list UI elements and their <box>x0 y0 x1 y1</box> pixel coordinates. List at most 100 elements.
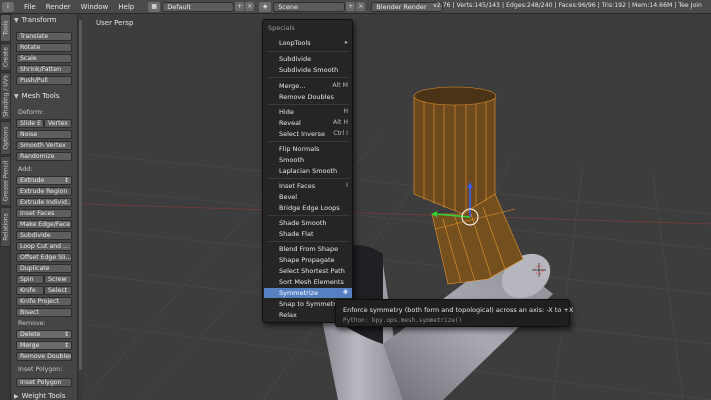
submenu-arrow-icon: ▸ <box>344 39 348 46</box>
rotate-button[interactable]: Rotate <box>16 43 72 52</box>
inset-polygon-button[interactable]: Inset Polygon <box>16 378 72 387</box>
subdivide-button[interactable]: Subdivide <box>16 231 72 240</box>
loop-cut-button[interactable]: Loop Cut and ... <box>16 242 72 251</box>
editor-type-icon[interactable]: i <box>2 1 14 12</box>
menu-item-hide[interactable]: Hide H <box>264 107 352 117</box>
menu-item-merge[interactable]: Merge... Alt M <box>264 81 352 91</box>
tab-grease-pencil-label: Grease Pencil <box>2 160 9 202</box>
menu-item-shortcut: I <box>346 182 348 189</box>
delete-dropdown[interactable]: Delete <box>16 330 72 339</box>
menu-item-label: Bevel <box>279 193 298 201</box>
slide-edge-button[interactable]: Slide E <box>16 119 44 128</box>
spin-button[interactable]: Spin <box>16 275 44 284</box>
viewport-view-label: User Persp <box>96 19 134 27</box>
knife-select-button[interactable]: Select <box>44 286 72 295</box>
knife-button[interactable]: Knife <box>16 286 44 295</box>
tab-create-label: Create <box>2 47 9 67</box>
scrollbar-thumb[interactable] <box>79 20 82 370</box>
add-label: Add: <box>18 166 33 173</box>
x-axis-line <box>83 203 711 225</box>
scene-icon[interactable]: ◈ <box>259 1 272 12</box>
menu-item-inset-faces[interactable]: Inset Faces I <box>264 181 352 191</box>
extrude-individual-button[interactable]: Extrude Individ... <box>16 198 72 207</box>
menu-item-select-inverse[interactable]: Select Inverse Ctrl I <box>264 129 352 139</box>
menu-item-label: Flip Normals <box>279 145 320 153</box>
menu-item-sort-mesh-elements[interactable]: Sort Mesh Elements <box>264 277 352 287</box>
menu-item-label: Smooth <box>279 156 305 164</box>
duplicate-button[interactable]: Duplicate <box>16 264 72 273</box>
tab-relations[interactable]: Relations <box>0 207 11 247</box>
menu-item-shortcut: Alt H <box>333 119 348 126</box>
slide-vertex-button[interactable]: Vertex <box>44 119 72 128</box>
menu-item-label: Snap to Symmetry <box>279 300 340 308</box>
menu-item-label: Inset Faces <box>279 182 316 190</box>
menu-separator <box>267 141 350 142</box>
screen-layout-field[interactable]: Default <box>162 1 235 12</box>
tab-shading-uvs[interactable]: Shading / UVs <box>0 72 11 120</box>
remove-label: Remove: <box>18 320 46 327</box>
inset-faces-button[interactable]: Inset Faces <box>16 209 72 218</box>
tab-options[interactable]: Options <box>0 121 11 155</box>
mesh-tools-panel-header[interactable]: ▼ Mesh Tools <box>14 92 60 100</box>
menu-item-symmetrize[interactable]: Symmetrize ✥ <box>264 288 352 298</box>
menu-item-shape-propagate[interactable]: Shape Propagate <box>264 255 352 265</box>
tab-grease-pencil[interactable]: Grease Pencil <box>0 156 11 206</box>
menu-item-subdivide[interactable]: Subdivide <box>264 54 352 64</box>
scene-field[interactable]: Scene <box>273 1 346 12</box>
menu-window[interactable]: Window <box>81 3 109 11</box>
menu-item-smooth[interactable]: Smooth <box>264 155 352 165</box>
knife-project-button[interactable]: Knife Project <box>16 297 72 306</box>
menu-item-select-shortest-path[interactable]: Select Shortest Path <box>264 266 352 276</box>
menu-item-laplacian-smooth[interactable]: Laplacian Smooth <box>264 166 352 176</box>
menu-item-looptools[interactable]: LoopTools ▸ <box>264 38 352 48</box>
screen-layout-icon[interactable]: ▦ <box>148 1 161 12</box>
collapse-triangle-icon: ▼ <box>14 16 19 24</box>
smooth-vertex-button[interactable]: Smooth Vertex <box>16 141 72 150</box>
extrude-dropdown[interactable]: Extrude <box>16 176 72 185</box>
screw-button[interactable]: Screw <box>44 275 72 284</box>
menu-item-shade-smooth[interactable]: Shade Smooth <box>264 218 352 228</box>
menu-item-bridge-edge-loops[interactable]: Bridge Edge Loops <box>264 203 352 213</box>
menu-item-shade-flat[interactable]: Shade Flat <box>264 229 352 239</box>
menu-item-blend-from-shape[interactable]: Blend From Shape <box>264 244 352 254</box>
remove-layout-button[interactable]: × <box>245 2 255 11</box>
remove-doubles-button[interactable]: Remove Doubles <box>16 352 72 361</box>
push-pull-button[interactable]: Push/Pull <box>16 76 72 85</box>
menu-render[interactable]: Render <box>46 3 71 11</box>
remove-scene-button[interactable]: × <box>356 2 366 11</box>
menu-file[interactable]: File <box>24 3 36 11</box>
translate-button[interactable]: Translate <box>16 32 72 41</box>
3d-viewport[interactable]: User Persp <box>83 14 711 400</box>
merge-dropdown[interactable]: Merge <box>16 341 72 350</box>
noise-button[interactable]: Noise <box>16 130 72 139</box>
add-scene-button[interactable]: + <box>346 2 356 11</box>
add-layout-button[interactable]: + <box>235 2 245 11</box>
menu-item-bevel[interactable]: Bevel <box>264 192 352 202</box>
make-edge-face-button[interactable]: Make Edge/Face <box>16 220 72 229</box>
menu-item-flip-normals[interactable]: Flip Normals <box>264 144 352 154</box>
menu-item-label: Select Inverse <box>279 130 326 138</box>
tab-shading-uvs-label: Shading / UVs <box>2 75 9 117</box>
tab-create[interactable]: Create <box>0 43 11 71</box>
menu-item-reveal[interactable]: Reveal Alt H <box>264 118 352 128</box>
extrude-region-button[interactable]: Extrude Region <box>16 187 72 196</box>
offset-edge-button[interactable]: Offset Edge Sli... <box>16 253 72 262</box>
randomize-button[interactable]: Randomize <box>16 152 72 161</box>
menu-separator <box>267 104 350 105</box>
bisect-button[interactable]: Bisect <box>16 308 72 317</box>
menu-separator <box>267 241 350 242</box>
deform-label: Deform: <box>18 109 44 116</box>
inset-polygon-label: Inset Polygon: <box>18 366 63 373</box>
transform-panel-header[interactable]: ▼ Transform <box>14 16 56 24</box>
transform-panel-title: Transform <box>21 16 57 24</box>
menu-item-label: Shade Flat <box>279 230 314 238</box>
shrink-fatten-button[interactable]: Shrink/Fatten <box>16 65 72 74</box>
tab-tools[interactable]: Tools <box>0 14 11 42</box>
menu-item-subdivide-smooth[interactable]: Subdivide Smooth <box>264 65 352 75</box>
menu-item-remove-doubles[interactable]: Remove Doubles <box>264 92 352 102</box>
menu-help[interactable]: Help <box>118 3 134 11</box>
menu-item-label: Shape Propagate <box>279 256 335 264</box>
menu-item-shortcut: Ctrl I <box>333 130 348 137</box>
weight-tools-panel-header[interactable]: ▶ Weight Tools <box>14 392 65 400</box>
scale-button[interactable]: Scale <box>16 54 72 63</box>
